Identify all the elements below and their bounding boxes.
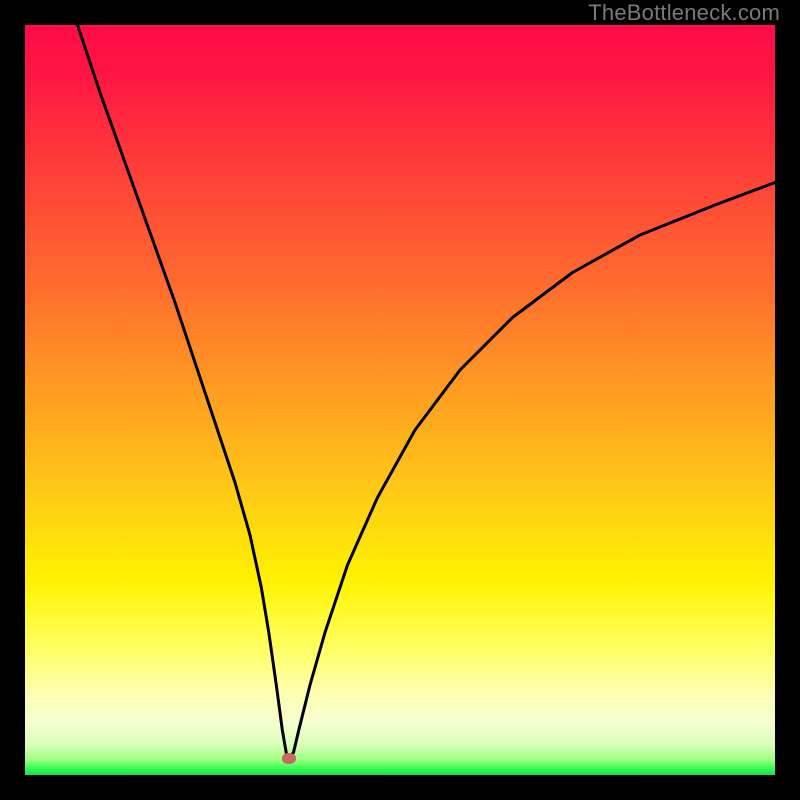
optimal-point-marker [282,753,296,764]
bottleneck-curve-svg [25,25,775,775]
chart-frame [25,25,775,775]
attribution-text: TheBottleneck.com [588,0,780,26]
bottleneck-curve-path [78,25,776,760]
